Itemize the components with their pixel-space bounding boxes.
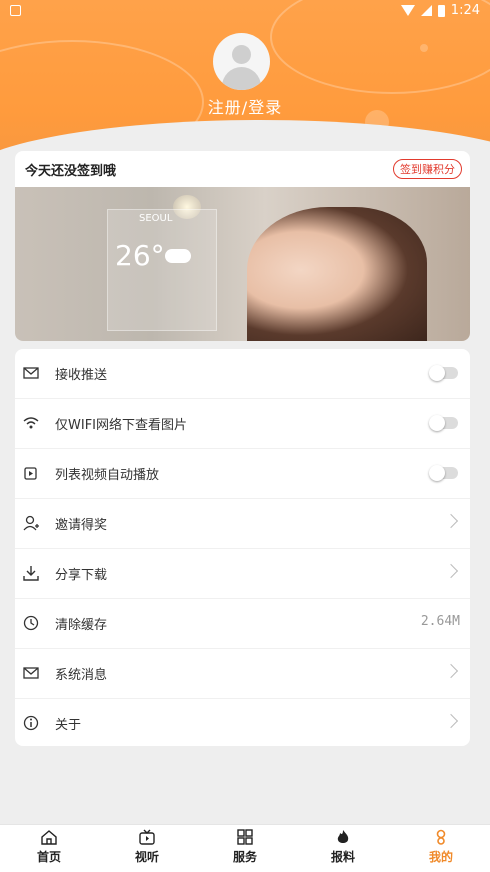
settings-row-share-download[interactable]: 分享下载 <box>15 549 470 599</box>
banner-photo-person <box>247 207 427 341</box>
avatar-body-shape <box>222 67 261 90</box>
settings-row-clear-cache[interactable]: 清除缓存 2.64M <box>15 599 470 649</box>
tab-label: 报料 <box>330 850 355 864</box>
settings-menu: 接收推送 仅WIFI网络下查看图片 列表视频自动播放 邀请得奖 分享下载 清除缓… <box>15 349 470 746</box>
chevron-right-icon <box>443 663 459 679</box>
tab-label: 视听 <box>134 850 159 864</box>
push-icon <box>23 367 39 379</box>
avatar-head-shape <box>232 45 251 64</box>
settings-row-autoplay[interactable]: 列表视频自动播放 <box>15 449 470 499</box>
checkin-earn-button[interactable]: 签到赚积分 <box>393 159 462 179</box>
checkin-banner[interactable]: SEOUL 26° <box>15 187 470 341</box>
chevron-right-icon <box>443 563 459 579</box>
push-toggle[interactable] <box>429 365 458 381</box>
tab-label: 我的 <box>428 850 453 864</box>
tab-label: 服务 <box>232 850 257 864</box>
tab-services[interactable]: 服务 <box>196 825 294 872</box>
settings-row-label: 清除缓存 <box>55 618 108 633</box>
cloud-icon <box>165 249 191 263</box>
chevron-right-icon <box>443 713 459 729</box>
checkin-card: 今天还没签到哦 签到赚积分 SEOUL 26° <box>15 151 470 341</box>
video-icon <box>24 467 37 480</box>
settings-row-messages[interactable]: 系统消息 <box>15 649 470 699</box>
tab-label: 首页 <box>36 850 61 864</box>
settings-row-wifi-images[interactable]: 仅WIFI网络下查看图片 <box>15 399 470 449</box>
clear-cache-icon <box>23 615 39 631</box>
settings-row-push[interactable]: 接收推送 <box>15 349 470 399</box>
invite-icon <box>23 515 39 531</box>
mail-icon <box>23 667 39 679</box>
autoplay-toggle[interactable] <box>429 465 458 481</box>
flame-icon <box>337 830 349 843</box>
tab-report[interactable]: 报料 <box>294 825 392 872</box>
notification-icon <box>10 5 21 16</box>
tab-home[interactable]: 首页 <box>0 825 98 872</box>
tv-icon <box>139 829 155 845</box>
user-icon <box>436 829 446 845</box>
settings-row-label: 列表视频自动播放 <box>55 468 160 483</box>
weather-city: SEOUL <box>139 213 173 224</box>
settings-row-label: 关于 <box>55 718 82 733</box>
wifi-icon <box>23 417 39 429</box>
settings-row-label: 接收推送 <box>55 368 108 383</box>
tab-mine[interactable]: 我的 <box>392 825 490 872</box>
status-time: 1:24 <box>450 3 480 18</box>
home-icon <box>41 830 57 845</box>
status-bar: 1:24 <box>0 0 490 24</box>
settings-row-label: 邀请得奖 <box>55 518 108 533</box>
info-icon <box>23 715 39 731</box>
tab-av[interactable]: 视听 <box>98 825 196 872</box>
login-register-link[interactable]: 注册/登录 <box>0 94 490 118</box>
wifi-signal-icon <box>400 5 415 16</box>
grid-icon <box>237 829 253 845</box>
settings-row-about[interactable]: 关于 <box>15 699 470 748</box>
settings-row-label: 分享下载 <box>55 568 108 583</box>
weather-temp: 26° <box>115 239 165 272</box>
chevron-right-icon <box>443 513 459 529</box>
battery-icon <box>437 4 445 17</box>
settings-row-label: 仅WIFI网络下查看图片 <box>55 418 187 433</box>
settings-row-invite[interactable]: 邀请得奖 <box>15 499 470 549</box>
settings-row-label: 系统消息 <box>55 668 108 683</box>
checkin-title: 今天还没签到哦 <box>25 164 117 179</box>
cell-signal-icon <box>420 5 432 16</box>
wifi-images-toggle[interactable] <box>429 415 458 431</box>
cache-size-value: 2.64M <box>420 614 460 629</box>
download-icon <box>23 566 39 581</box>
bottom-tab-bar: 首页 视听 服务 报料 我的 <box>0 824 490 872</box>
avatar[interactable] <box>213 33 270 90</box>
